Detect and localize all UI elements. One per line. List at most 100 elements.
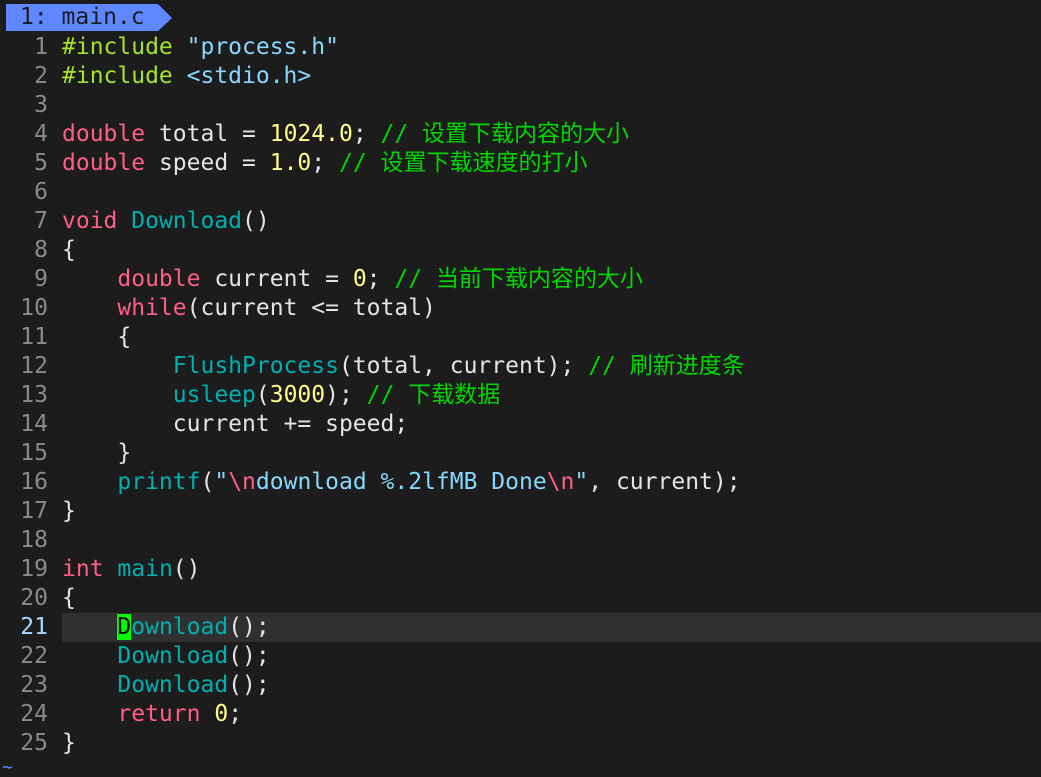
code-token: // 设置下载速度的打小 [338,150,588,176]
line-code[interactable]: usleep(3000); // 下载数据 [62,381,1041,410]
line-code[interactable]: { [62,236,1041,265]
code-line[interactable]: 20 { [0,584,1041,613]
code-token: speed = [145,150,270,176]
code-token: , current); [588,469,741,495]
code-token: FlushProcess [172,353,339,379]
code-token: ; [352,121,381,147]
code-token: double [117,266,201,292]
code-line[interactable]: 15 } [0,439,1041,468]
line-code[interactable]: printf("\ndownload %.2lfMB Done\n", curr… [62,468,1041,497]
line-code[interactable]: int main() [62,555,1041,584]
line-number: 11 [20,324,48,350]
code-line[interactable]: 17} [0,497,1041,526]
line-code[interactable]: Download(); [62,642,1041,671]
line-number: 23 [20,672,48,698]
code-token: int [62,556,104,582]
line-code[interactable]: while(current <= total) [62,294,1041,323]
line-code[interactable]: #include "process.h" [62,33,1041,62]
line-number: 18 [20,527,48,553]
code-line[interactable]: 18 [0,526,1041,555]
line-code[interactable]: { [62,323,1041,352]
code-line[interactable]: 14 current += speed; [0,410,1041,439]
line-number: 4 [34,121,48,147]
code-token: ; [366,266,395,292]
code-token: (); [228,614,270,640]
code-token: \n [546,469,575,495]
code-token: { [62,324,132,350]
code-line[interactable]: 3 [0,91,1041,120]
tabline: 1: main.c [0,0,1041,33]
line-code[interactable]: double total = 1024.0; // 设置下载内容的大小 [62,120,1041,149]
code-line[interactable]: 12 FlushProcess(total, current); // 刷新进度… [0,352,1041,381]
code-token: total = [145,121,270,147]
code-token: double [62,121,146,147]
code-line[interactable]: 2 #include <stdio.h> [0,62,1041,91]
code-line[interactable]: 9 double current = 0; // 当前下载内容的大小 [0,265,1041,294]
line-number: 13 [20,382,48,408]
line-number: 16 [20,469,48,495]
code-token: (total, current); [338,353,589,379]
line-number: 8 [34,237,48,263]
code-token: " [214,469,229,495]
code-token: // 刷新进度条 [588,353,745,379]
line-code[interactable]: double current = 0; // 当前下载内容的大小 [62,265,1041,294]
code-token: "process.h" [186,34,339,60]
line-code[interactable]: current += speed; [62,410,1041,439]
code-line[interactable]: 4 double total = 1024.0; // 设置下载内容的大小 [0,120,1041,149]
code-token: ( [200,469,215,495]
code-token: printf [117,469,201,495]
line-code[interactable]: } [62,497,1041,526]
code-token: // 下载数据 [366,382,501,408]
code-line[interactable]: 1 #include "process.h" [0,33,1041,62]
line-code[interactable] [62,526,1041,555]
vim-editor[interactable]: 1: main.c 1 #include "process.h" 2 #include… [0,0,1041,777]
code-token: { [62,585,76,611]
line-code[interactable]: return 0; [62,700,1041,729]
code-token: <stdio.h> [186,63,312,89]
code-line[interactable]: 22 Download(); [0,642,1041,671]
line-code[interactable]: FlushProcess(total, current); // 刷新进度条 [62,352,1041,381]
code-line[interactable]: 8{ [0,236,1041,265]
text-cursor: D [117,614,132,640]
code-token: #include [62,63,187,89]
line-code[interactable]: double speed = 1.0; // 设置下载速度的打小 [62,149,1041,178]
line-code[interactable] [62,178,1041,207]
line-number: 7 [34,208,48,234]
code-token: 1024.0 [269,121,353,147]
line-code[interactable] [62,91,1041,120]
code-line[interactable]: 24 return 0; [0,700,1041,729]
code-line[interactable]: 6 [0,178,1041,207]
code-line[interactable]: 25} [0,729,1041,758]
code-token: return [117,701,201,727]
line-code[interactable]: { [62,584,1041,613]
code-line[interactable]: 19 int main() [0,555,1041,584]
line-code[interactable]: } [62,439,1041,468]
code-line[interactable]: 5 double speed = 1.0; // 设置下载速度的打小 [0,149,1041,178]
code-line[interactable]: 16 printf("\ndownload %.2lfMB Done\n", c… [0,468,1041,497]
line-number: 17 [20,498,48,524]
code-token: " [574,469,589,495]
code-line[interactable]: 10 while(current <= total) [0,294,1041,323]
code-line[interactable]: 23 Download(); [0,671,1041,700]
line-code[interactable]: } [62,729,1041,758]
code-token: () [172,556,201,582]
code-token: usleep [172,382,256,408]
line-code[interactable]: void Download() [62,207,1041,236]
code-token: { [62,237,76,263]
code-line[interactable]: 7 void Download() [0,207,1041,236]
code-buffer[interactable]: 1 #include "process.h" 2 #include <stdio.h>… [0,33,1041,758]
line-code[interactable]: Download(); [62,613,1041,642]
code-line[interactable]: 13 usleep(3000); // 下载数据 [0,381,1041,410]
code-token: 1.0 [269,150,312,176]
line-code[interactable]: #include <stdio.h> [62,62,1041,91]
code-line[interactable]: 21 Download(); [0,613,1041,642]
line-code[interactable]: Download(); [62,671,1041,700]
code-line[interactable]: 11 { [0,323,1041,352]
line-number: 1 [34,34,48,60]
tab-main-c[interactable]: 1: main.c [6,4,172,31]
